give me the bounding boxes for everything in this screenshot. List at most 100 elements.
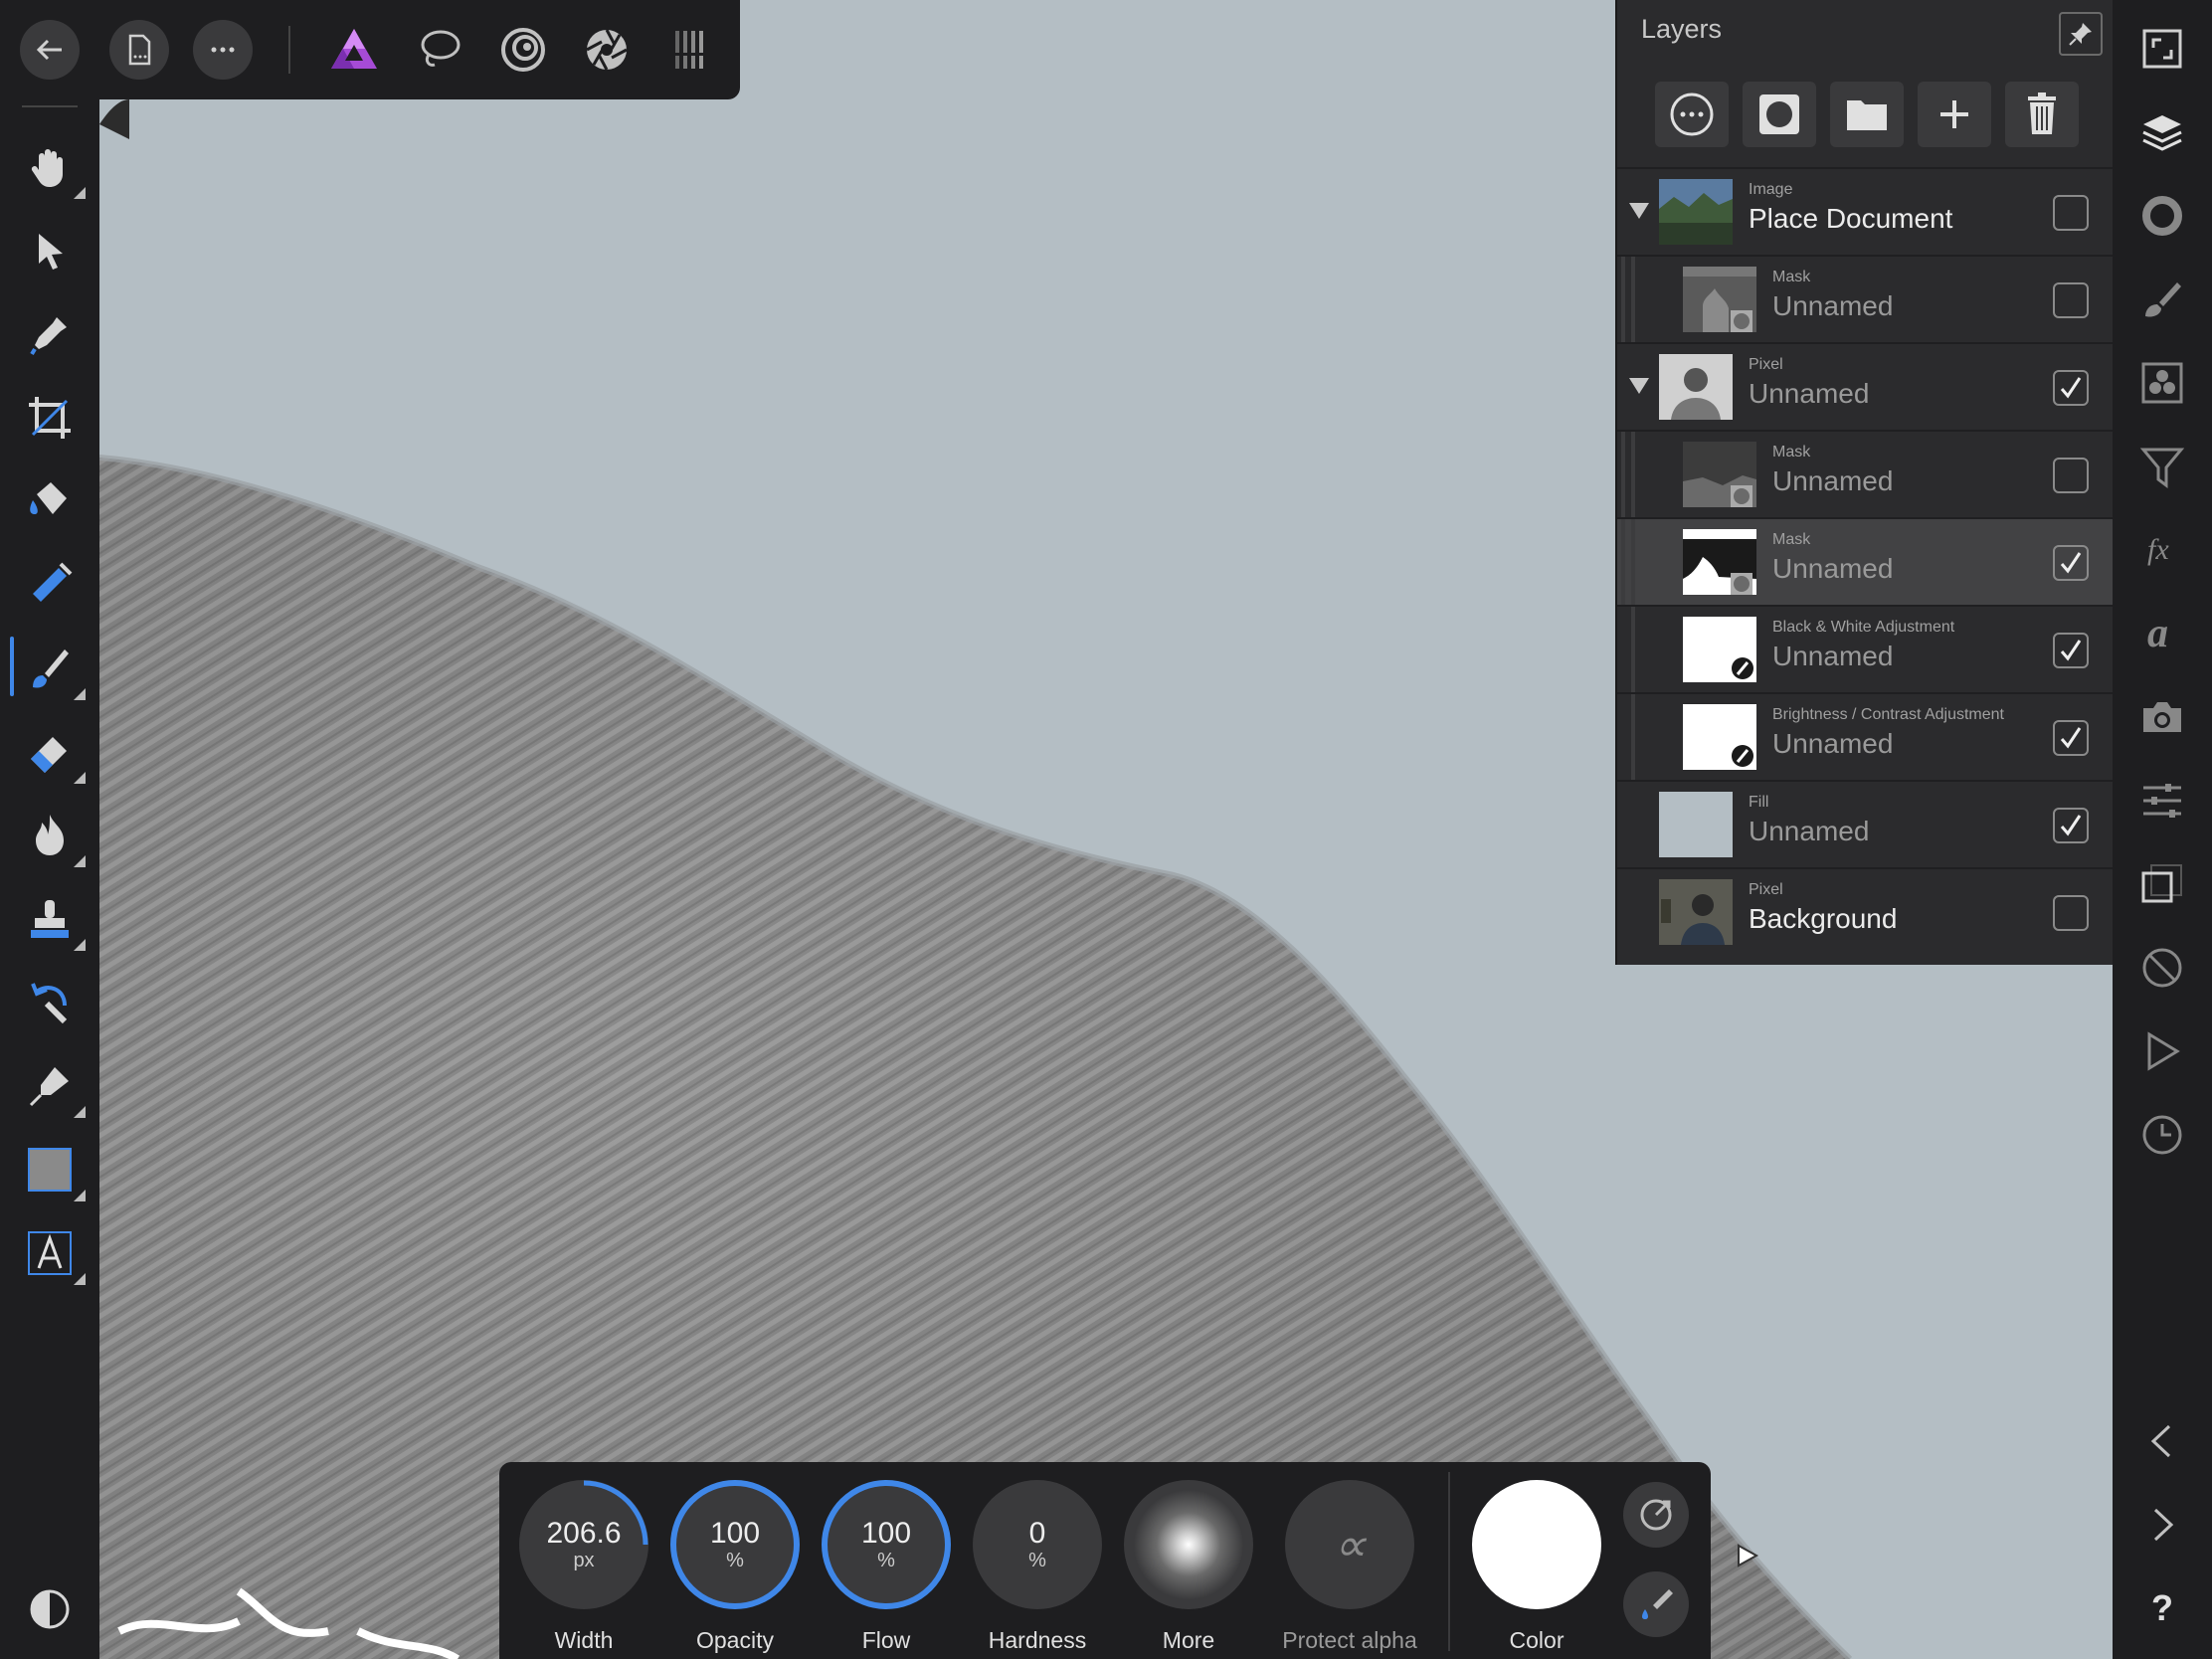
- burn-brush-tool[interactable]: [20, 806, 86, 867]
- gradient-tool[interactable]: [20, 555, 80, 615]
- width-dial[interactable]: 206.6 px: [519, 1480, 648, 1609]
- tone-mapping-icon: [671, 31, 709, 69]
- layer-visibility-checkbox[interactable]: [2053, 282, 2089, 318]
- develop-persona-button[interactable]: [577, 20, 637, 80]
- chevron-right-icon: [2153, 1508, 2174, 1542]
- layer-row[interactable]: Mask Unnamed: [1617, 430, 2115, 517]
- more-brush-options-button[interactable]: [1124, 1480, 1253, 1609]
- layer-type-label: Mask: [1772, 269, 1811, 285]
- layer-visibility-checkbox[interactable]: [2053, 895, 2089, 931]
- hardness-label: Hardness: [988, 1627, 1087, 1653]
- layer-row[interactable]: Fill Unnamed: [1617, 780, 2115, 867]
- clone-brush-tool[interactable]: [20, 889, 86, 951]
- layer-visibility-checkbox[interactable]: [2053, 808, 2089, 843]
- next-button[interactable]: [2137, 1500, 2187, 1550]
- color-label: Color: [1509, 1627, 1565, 1653]
- color-studio-button[interactable]: [2137, 191, 2187, 241]
- layer-visibility-checkbox[interactable]: [2053, 633, 2089, 668]
- layer-visibility-checkbox[interactable]: [2053, 545, 2089, 581]
- flame-icon: [36, 815, 64, 855]
- play-arrow-icon: [1738, 1544, 1759, 1567]
- crop-icon: [29, 397, 71, 439]
- expand-triangle-icon[interactable]: [1629, 203, 1649, 219]
- layer-row[interactable]: Brightness / Contrast Adjustment Unnamed: [1617, 692, 2115, 780]
- layers-studio-button[interactable]: [2137, 107, 2187, 157]
- snapshots-studio-button[interactable]: [2137, 692, 2187, 742]
- plus-icon: [1940, 100, 1968, 128]
- layer-row[interactable]: Pixel Background: [1617, 867, 2115, 955]
- back-button[interactable]: [20, 20, 80, 80]
- layer-type-label: Fill: [1749, 794, 1769, 811]
- layer-visibility-checkbox[interactable]: [2053, 458, 2089, 493]
- layer-type-label: Mask: [1772, 531, 1811, 548]
- adjustments-studio-button[interactable]: [2137, 442, 2187, 491]
- selection-persona-button[interactable]: [410, 20, 469, 80]
- history-studio-button[interactable]: [2137, 943, 2187, 993]
- hand-tool[interactable]: [20, 137, 86, 199]
- protect-alpha-toggle[interactable]: ∝: [1285, 1480, 1414, 1609]
- pen-tool[interactable]: [20, 1056, 86, 1118]
- brush-settings-button[interactable]: [1623, 1571, 1689, 1637]
- previous-button[interactable]: [2137, 1416, 2187, 1466]
- stock-studio-button[interactable]: [2137, 859, 2187, 909]
- tone-mapping-persona-button[interactable]: [660, 20, 720, 80]
- liquify-persona-button[interactable]: [493, 20, 553, 80]
- rectangle-tool[interactable]: [20, 1140, 86, 1201]
- layer-visibility-checkbox[interactable]: [2053, 195, 2089, 231]
- crop-tool[interactable]: [20, 388, 80, 448]
- erase-brush-tool[interactable]: [20, 722, 86, 784]
- flow-value: 100: [860, 1517, 912, 1550]
- pin-panel-button[interactable]: [2059, 12, 2103, 56]
- add-layer-button[interactable]: [1918, 82, 1991, 147]
- stabilizer-icon: [1640, 1499, 1672, 1531]
- add-mask-button[interactable]: [1743, 82, 1816, 147]
- opacity-dial[interactable]: 100 %: [670, 1480, 800, 1609]
- delete-layer-button[interactable]: [2005, 82, 2079, 147]
- hardness-dial[interactable]: 0 %: [973, 1480, 1102, 1609]
- flood-fill-tool[interactable]: [20, 471, 80, 531]
- more-button[interactable]: [193, 20, 253, 80]
- camera-icon: [2143, 702, 2181, 732]
- layer-row[interactable]: Pixel Unnamed: [1617, 342, 2115, 430]
- layer-type-label: Pixel: [1749, 881, 1783, 898]
- toolbar-divider: [22, 105, 78, 107]
- layer-options-button[interactable]: [1655, 82, 1729, 147]
- help-button[interactable]: ?: [2137, 1583, 2187, 1633]
- undo-brush-tool[interactable]: [20, 973, 80, 1032]
- navigator-button[interactable]: [2137, 24, 2187, 74]
- artistic-text-tool[interactable]: [20, 1223, 86, 1285]
- layer-row[interactable]: Image Place Document: [1617, 167, 2115, 255]
- macros-studio-button[interactable]: [2137, 1026, 2187, 1076]
- paint-brush-tool[interactable]: [20, 639, 86, 700]
- layers-panel-title: Layers: [1641, 14, 1723, 44]
- fill-thumbnail: [1659, 792, 1733, 857]
- channels-studio-button[interactable]: [2137, 358, 2187, 408]
- flow-dial[interactable]: 100 %: [822, 1480, 951, 1609]
- move-tool[interactable]: [20, 221, 80, 280]
- history-button[interactable]: [2137, 1110, 2187, 1160]
- expand-triangle-icon[interactable]: [1629, 378, 1649, 394]
- layer-visibility-checkbox[interactable]: [2053, 720, 2089, 756]
- color-swatch[interactable]: [1472, 1480, 1601, 1609]
- layer-row-selected[interactable]: Mask Unnamed: [1617, 517, 2115, 605]
- eraser-icon: [31, 737, 67, 773]
- stabilizer-button[interactable]: [1623, 1482, 1689, 1548]
- text-styles-studio-button[interactable]: a: [2137, 609, 2187, 658]
- layer-type-label: Mask: [1772, 444, 1811, 461]
- rectangle-icon: [28, 1148, 72, 1192]
- layer-row[interactable]: Mask Unnamed: [1617, 255, 2115, 342]
- brushes-studio-button[interactable]: [2137, 275, 2187, 324]
- view-mode-toggle[interactable]: [20, 1579, 80, 1639]
- add-group-button[interactable]: [1830, 82, 1904, 147]
- document-menu-button[interactable]: [109, 20, 169, 80]
- layer-row[interactable]: Black & White Adjustment Unnamed: [1617, 605, 2115, 692]
- color-picker-tool[interactable]: [20, 304, 80, 364]
- transform-studio-button[interactable]: [2137, 776, 2187, 826]
- photo-persona-button[interactable]: [324, 20, 384, 80]
- layer-thumbnail: [1659, 879, 1733, 945]
- layer-name: Background: [1749, 903, 1898, 934]
- layer-visibility-checkbox[interactable]: [2053, 370, 2089, 406]
- fx-studio-button[interactable]: fx: [2137, 525, 2187, 575]
- context-toolbar-expand-button[interactable]: [1731, 1540, 1762, 1571]
- flow-unit: %: [877, 1550, 895, 1571]
